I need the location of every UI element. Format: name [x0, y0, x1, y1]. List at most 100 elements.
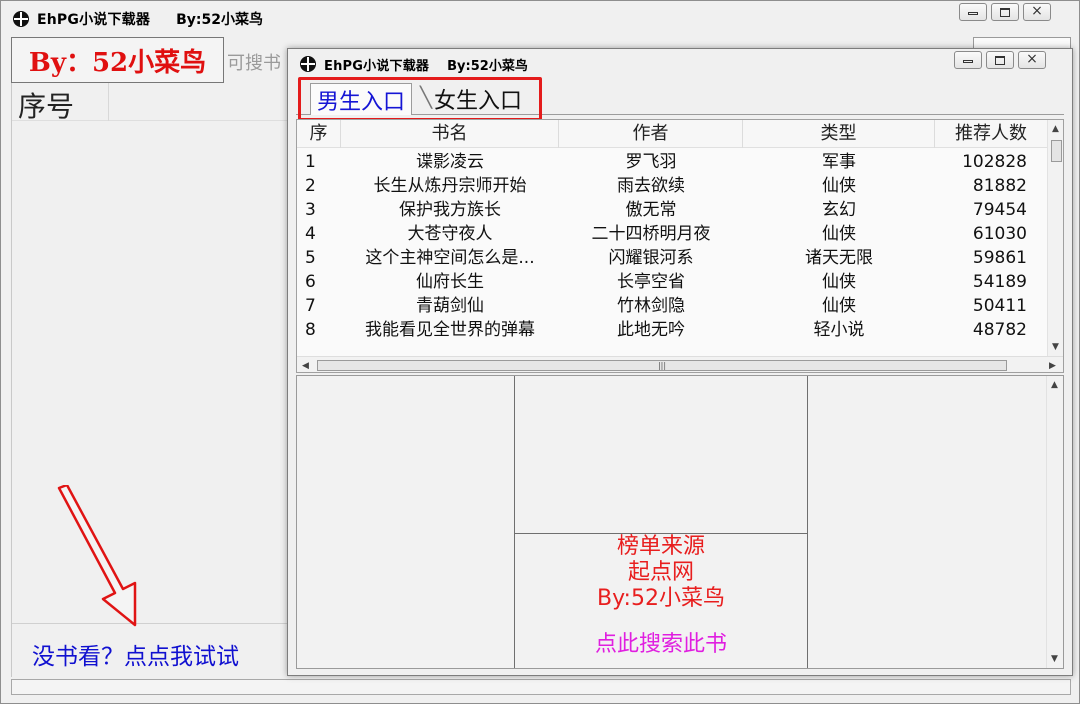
table-row[interactable]: 3 保护我方族长 傲无常 玄幻 79454: [297, 198, 1047, 222]
main-window-controls: ×: [959, 3, 1051, 21]
table-row[interactable]: 4 大苍守夜人 二十四桥明月夜 仙侠 61030: [297, 222, 1047, 246]
book-cover-panel: [515, 376, 808, 534]
cell-seq: 5: [305, 248, 316, 268]
maximize-icon: [995, 56, 1005, 65]
cell-author: 竹林剑隐: [617, 296, 685, 316]
cell-seq: 4: [305, 224, 316, 244]
cell-genre: 仙侠: [822, 296, 856, 316]
cell-genre: 仙侠: [822, 224, 856, 244]
scroll-left-icon[interactable]: ◀: [302, 361, 309, 371]
main-list-header: 序号: [12, 83, 291, 123]
cell-author: 闪耀银河系: [608, 248, 694, 268]
cell-seq: 6: [305, 272, 316, 292]
minimize-icon: [963, 60, 973, 63]
child-maximize-button[interactable]: [986, 51, 1014, 69]
column-divider: [108, 83, 109, 121]
cell-recommend: 61030: [972, 224, 1027, 244]
search-hint-text: 可搜书: [227, 53, 281, 74]
column-header-title[interactable]: 书名: [341, 120, 559, 148]
cell-seq: 7: [305, 296, 316, 316]
ranking-table[interactable]: 序 书名 作者 类型 推荐人数 1 谍影凌云 罗飞羽 军事 102828 2 长…: [296, 119, 1064, 373]
cell-seq: 2: [305, 176, 316, 196]
cell-author: 二十四桥明月夜: [591, 224, 711, 244]
main-title-bar[interactable]: EhPG小说下载器 By:52小菜鸟 ×: [1, 1, 1079, 37]
table-header: 序 书名 作者 类型 推荐人数: [297, 120, 1047, 148]
main-window-title: EhPG小说下载器: [37, 12, 151, 28]
child-close-button[interactable]: ×: [1018, 51, 1046, 69]
cell-author: 罗飞羽: [625, 152, 677, 172]
author-banner: By：52小菜鸟: [11, 37, 224, 83]
app-icon: [13, 11, 29, 27]
child-window-title: EhPG小说下载器: [324, 58, 430, 74]
cell-seq: 1: [305, 152, 316, 172]
book-detail-panel: [297, 376, 515, 668]
ranking-source-label: 榜单来源: [616, 534, 705, 559]
cell-seq: 8: [305, 320, 316, 340]
search-this-book-link[interactable]: 点此搜索此书: [515, 626, 807, 658]
cell-title: 大苍守夜人: [407, 224, 493, 244]
vertical-scroll-thumb[interactable]: [1051, 140, 1062, 162]
main-maximize-button[interactable]: [991, 3, 1019, 21]
column-header-seq[interactable]: 序: [297, 120, 341, 148]
scroll-down-icon[interactable]: ▼: [1052, 342, 1059, 352]
cell-recommend: 59861: [972, 248, 1027, 268]
cell-author: 此地无吟: [617, 320, 685, 340]
cell-title: 谍影凌云: [416, 152, 484, 172]
table-row[interactable]: 6 仙府长生 长亭空省 仙侠 54189: [297, 270, 1047, 294]
main-minimize-button[interactable]: [959, 3, 987, 21]
table-row[interactable]: 8 我能看见全世界的弹幕 此地无吟 轻小说 48782: [297, 318, 1047, 342]
cell-genre: 诸天无限: [805, 248, 873, 268]
scroll-up-icon[interactable]: ▲: [1051, 380, 1058, 390]
child-title-bar[interactable]: EhPG小说下载器 By:52小菜鸟 ×: [288, 49, 1072, 79]
cell-author: 傲无常: [625, 200, 677, 220]
table-row[interactable]: 1 谍影凌云 罗飞羽 军事 102828: [297, 150, 1047, 174]
column-header-seq[interactable]: 序号: [18, 85, 74, 125]
child-minimize-button[interactable]: [954, 51, 982, 69]
cell-title: 我能看见全世界的弹幕: [365, 320, 535, 340]
cell-author: 雨去欲续: [617, 176, 685, 196]
column-header-recommend[interactable]: 推荐人数: [935, 120, 1047, 148]
cell-recommend: 102828: [962, 152, 1027, 172]
detail-vertical-scrollbar[interactable]: ▲ ▼: [1046, 376, 1063, 668]
cell-author: 长亭空省: [617, 272, 685, 292]
cell-title: 保护我方族长: [399, 200, 501, 220]
column-header-author[interactable]: 作者: [559, 120, 743, 148]
try-random-book-link[interactable]: 没书看？点点我试试: [32, 637, 239, 671]
cell-seq: 3: [305, 200, 316, 220]
minimize-icon: [968, 12, 978, 15]
cell-title: 仙府长生: [416, 272, 484, 292]
source-info-panel: 榜单来源 起点网 By:52小菜鸟 点此搜索此书: [515, 534, 808, 668]
table-horizontal-scrollbar[interactable]: ◀ ||| ▶: [297, 356, 1063, 372]
table-row[interactable]: 2 长生从炼丹宗师开始 雨去欲续 仙侠 81882: [297, 174, 1047, 198]
table-row[interactable]: 7 青葫剑仙 竹林剑隐 仙侠 50411: [297, 294, 1047, 318]
close-icon: ×: [1026, 51, 1038, 67]
scroll-up-icon[interactable]: ▲: [1052, 124, 1059, 134]
scroll-down-icon[interactable]: ▼: [1051, 654, 1058, 664]
table-vertical-scrollbar[interactable]: ▲ ▼: [1047, 120, 1063, 356]
cell-genre: 军事: [822, 152, 856, 172]
cell-recommend: 81882: [972, 176, 1027, 196]
info-author-credit: By:52小菜鸟: [597, 586, 725, 611]
child-window-author: By:52小菜鸟: [447, 58, 528, 74]
maximize-icon: [1000, 8, 1010, 17]
cell-genre: 轻小说: [813, 320, 865, 340]
scroll-right-icon[interactable]: ▶: [1049, 361, 1056, 371]
ranking-window: EhPG小说下载器 By:52小菜鸟 × 男生入口 ╲ 女生入口 序 书名 作者…: [287, 48, 1073, 676]
main-close-button[interactable]: ×: [1023, 3, 1051, 21]
column-header-genre[interactable]: 类型: [743, 120, 935, 148]
cell-recommend: 50411: [972, 296, 1027, 316]
cell-genre: 玄幻: [822, 200, 856, 220]
child-window-controls: ×: [954, 51, 1046, 69]
main-status-bar: [11, 679, 1071, 695]
red-arrow-annotation: [57, 485, 137, 627]
horizontal-scroll-thumb[interactable]: |||: [317, 360, 1007, 371]
cell-genre: 仙侠: [822, 176, 856, 196]
cell-recommend: 79454: [972, 200, 1027, 220]
main-window-author: By:52小菜鸟: [176, 12, 263, 28]
cell-title: 长生从炼丹宗师开始: [373, 176, 527, 196]
table-row[interactable]: 5 这个主神空间怎么是... 闪耀银河系 诸天无限 59861: [297, 246, 1047, 270]
detail-area: 榜单来源 起点网 By:52小菜鸟 点此搜索此书 ▲ ▼: [296, 375, 1064, 669]
cell-recommend: 48782: [972, 320, 1027, 340]
cell-title: 青葫剑仙: [416, 296, 484, 316]
cell-genre: 仙侠: [822, 272, 856, 292]
